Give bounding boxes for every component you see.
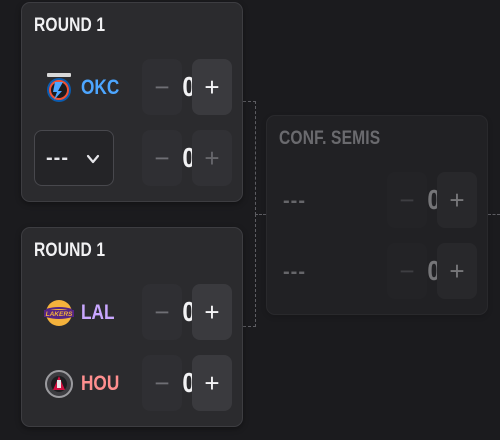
team-select[interactable]: --- [34, 130, 114, 186]
team-row-lal: LAKERS LAL − 0 + [34, 284, 232, 342]
round-title: ROUND 1 [34, 15, 106, 36]
round-title: ROUND 1 [34, 240, 106, 261]
decrement-score-button: − [387, 172, 427, 228]
increment-score-button[interactable]: + [192, 130, 232, 186]
decrement-score-button[interactable]: − [142, 130, 182, 186]
chevron-down-icon [86, 154, 100, 164]
decrement-score-button: − [387, 243, 427, 299]
team-abbr: OKC [81, 76, 120, 99]
thunder-logo-icon [47, 73, 71, 102]
matchup-card-round1-bottom: ROUND 1 LAKERS LAL − 0 + HOU − 0 + [21, 227, 243, 427]
team-placeholder: --- [283, 261, 306, 283]
bracket-connector-top [243, 101, 256, 215]
increment-score-button[interactable]: + [192, 284, 232, 340]
decrement-score-button[interactable]: − [142, 59, 182, 115]
team-row-select: --- − 0 + [34, 130, 232, 188]
round-title: CONF. SEMIS [279, 128, 381, 149]
team-row-hou: HOU − 0 + [34, 355, 232, 413]
decrement-score-button[interactable]: − [142, 355, 182, 411]
team-row-placeholder: --- − 0 + [279, 172, 477, 230]
bracket-connector-next [488, 214, 500, 215]
team-row-placeholder: --- − 0 + [279, 243, 477, 301]
increment-score-button: + [437, 172, 477, 228]
bracket-connector-join [255, 214, 266, 215]
team-abbr: LAL [81, 301, 115, 324]
increment-score-button: + [437, 243, 477, 299]
matchup-card-conf-semis: CONF. SEMIS --- − 0 + --- − 0 + [266, 115, 488, 315]
bracket-connector-bottom [243, 214, 256, 327]
team-row-okc: OKC − 0 + [34, 59, 232, 117]
team-select-value: --- [46, 147, 69, 169]
team-placeholder: --- [283, 190, 306, 212]
rockets-logo-icon [45, 370, 73, 398]
matchup-card-round1-top: ROUND 1 OKC − 0 + --- − 0 + [21, 2, 243, 202]
team-abbr: HOU [81, 372, 120, 395]
svg-text:LAKERS: LAKERS [46, 311, 73, 318]
lakers-logo-icon: LAKERS [44, 300, 74, 326]
increment-score-button[interactable]: + [192, 59, 232, 115]
increment-score-button[interactable]: + [192, 355, 232, 411]
decrement-score-button[interactable]: − [142, 284, 182, 340]
